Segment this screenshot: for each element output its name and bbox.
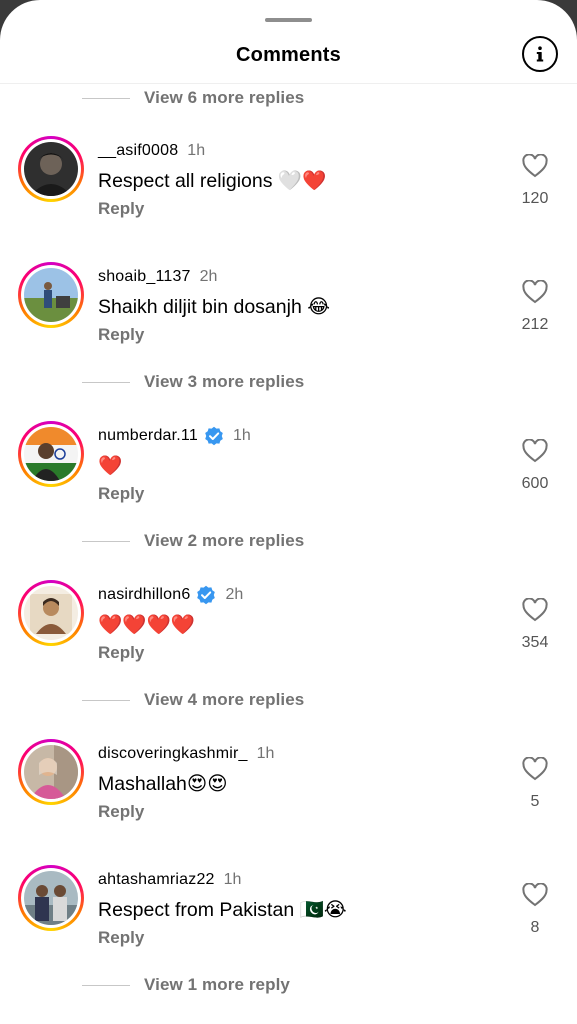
heart-icon[interactable] xyxy=(518,757,552,781)
comment-item: ahtashamriaz22 1h Respect from Pakistan … xyxy=(0,865,577,965)
like-count: 5 xyxy=(530,793,540,810)
comments-header: Comments xyxy=(0,0,577,84)
verified-badge-icon xyxy=(204,426,224,446)
view-more-replies[interactable]: View 3 more replies xyxy=(82,368,304,396)
comment-meta: nasirdhillon6 2h xyxy=(98,584,243,606)
username[interactable]: numberdar.11 xyxy=(98,427,198,445)
avatar[interactable] xyxy=(18,865,84,931)
timestamp: 2h xyxy=(199,268,218,285)
comment-item: __asif0008 1h Respect all religions 🤍❤️ … xyxy=(0,136,577,236)
heart-icon[interactable] xyxy=(518,598,552,622)
thread-line xyxy=(82,540,130,542)
reply-button[interactable]: Reply xyxy=(98,928,144,948)
view-more-replies[interactable]: View 4 more replies xyxy=(82,686,304,714)
thread-line xyxy=(82,699,130,701)
view-more-replies[interactable]: View 1 more reply xyxy=(82,971,290,999)
view-more-label: View 2 more replies xyxy=(144,531,305,550)
avatar[interactable] xyxy=(18,580,84,646)
comment-meta: ahtashamriaz22 1h xyxy=(98,869,241,891)
comment-text: Respect all religions 🤍❤️ xyxy=(98,170,327,192)
avatar[interactable] xyxy=(18,262,84,328)
comment-text: Shaikh diljit bin dosanjh 😂 xyxy=(98,296,331,318)
comment-item: shoaib_1137 2h Shaikh diljit bin dosanjh… xyxy=(0,262,577,362)
comment-item: nasirdhillon6 2h ❤️❤️❤️❤️ Reply 354 xyxy=(0,580,577,680)
comment-meta: shoaib_1137 2h xyxy=(98,266,217,288)
comment-text: Respect from Pakistan 🇵🇰😭 xyxy=(98,899,347,921)
username[interactable]: discoveringkashmir_ xyxy=(98,745,248,763)
like-count: 8 xyxy=(530,919,540,936)
comment-item: discoveringkashmir_ 1h Mashallah😍😍 Reply… xyxy=(0,739,577,839)
comment-meta: numberdar.11 1h xyxy=(98,425,251,447)
comment-meta: __asif0008 1h xyxy=(98,140,205,162)
thread-line xyxy=(82,984,130,986)
reply-button[interactable]: Reply xyxy=(98,199,144,219)
like-count: 212 xyxy=(521,316,549,333)
heart-icon[interactable] xyxy=(518,439,552,463)
timestamp: 1h xyxy=(187,142,206,159)
verified-badge-icon xyxy=(196,585,216,605)
view-more-replies[interactable]: View 2 more replies xyxy=(82,527,304,555)
avatar[interactable] xyxy=(18,136,84,202)
view-more-label: View 3 more replies xyxy=(144,372,305,391)
reply-button[interactable]: Reply xyxy=(98,802,144,822)
timestamp: 1h xyxy=(223,871,242,888)
comment-text: ❤️ xyxy=(98,455,123,477)
view-more-replies[interactable]: View 6 more replies xyxy=(82,84,304,112)
thread-line xyxy=(82,97,130,99)
thread-line xyxy=(82,381,130,383)
reply-button[interactable]: Reply xyxy=(98,643,144,663)
timestamp: 1h xyxy=(256,745,275,762)
comments-sheet: Comments View 6 more replies __asif0008 … xyxy=(0,0,577,1024)
username[interactable]: ahtashamriaz22 xyxy=(98,871,215,889)
username[interactable]: shoaib_1137 xyxy=(98,268,191,286)
reply-button[interactable]: Reply xyxy=(98,325,144,345)
like-count: 354 xyxy=(521,634,549,651)
like-count: 600 xyxy=(521,475,549,492)
comment-text: ❤️❤️❤️❤️ xyxy=(98,614,196,636)
view-more-label: View 1 more reply xyxy=(144,975,290,994)
view-more-label: View 6 more replies xyxy=(144,88,305,107)
timestamp: 2h xyxy=(225,586,244,603)
view-more-label: View 4 more replies xyxy=(144,690,305,709)
avatar[interactable] xyxy=(18,739,84,805)
page-title: Comments xyxy=(236,44,341,66)
comment-text: Mashallah😍😍 xyxy=(98,773,228,795)
heart-icon[interactable] xyxy=(518,883,552,907)
reply-button[interactable]: Reply xyxy=(98,484,144,504)
like-count: 120 xyxy=(521,190,549,207)
timestamp: 1h xyxy=(232,427,251,444)
heart-icon[interactable] xyxy=(518,280,552,304)
username[interactable]: nasirdhillon6 xyxy=(98,586,190,604)
avatar[interactable] xyxy=(18,421,84,487)
comment-item: numberdar.11 1h ❤️ Reply 600 xyxy=(0,421,577,521)
info-icon[interactable] xyxy=(522,36,558,72)
heart-icon[interactable] xyxy=(518,154,552,178)
comment-meta: discoveringkashmir_ 1h xyxy=(98,743,274,765)
username[interactable]: __asif0008 xyxy=(98,142,178,160)
